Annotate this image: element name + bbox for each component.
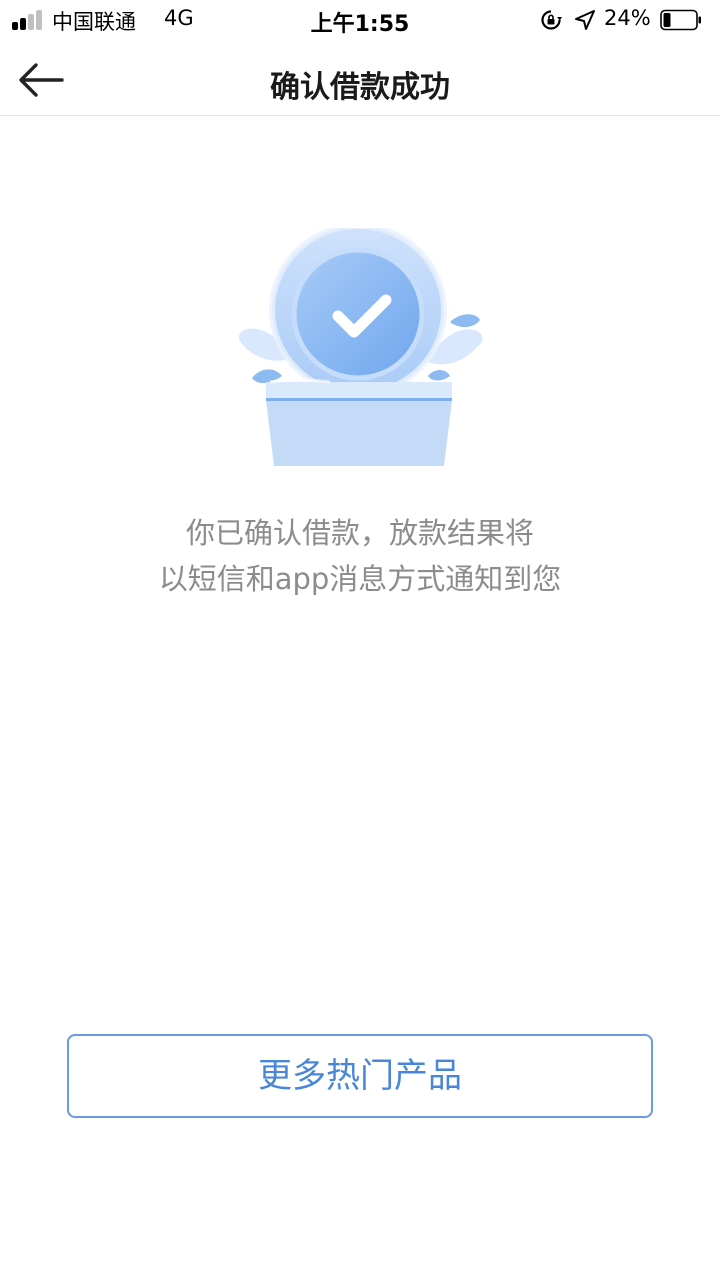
rotation-lock-icon <box>541 10 562 30</box>
nav-bar: 确认借款成功 <box>0 40 720 116</box>
message-line-2: 以短信和app消息方式通知到您 <box>158 562 562 596</box>
page-title: 确认借款成功 <box>270 70 450 105</box>
location-arrow-icon <box>575 10 595 30</box>
message-line-1: 你已确认借款，放款结果将 <box>185 516 534 550</box>
success-check-icon <box>239 228 483 466</box>
battery-percent: 24% <box>604 6 651 30</box>
app-screen: 中国联通 4G 上午1:55 24% 确认借款成功 你已确认借款，放款结果将 以… <box>0 0 720 1280</box>
status-bar: 中国联通 4G 上午1:55 24% <box>0 0 720 40</box>
more-products-button[interactable]: 更多热门产品 <box>67 1034 653 1118</box>
battery-icon <box>660 9 701 31</box>
